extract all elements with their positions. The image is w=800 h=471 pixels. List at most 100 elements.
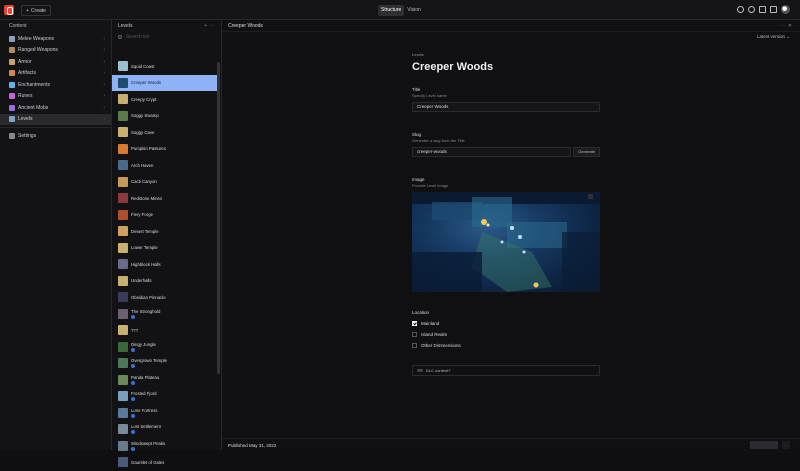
sidebar-item-ancient-mobs[interactable]: Ancient Mobs › <box>0 102 111 114</box>
sidebar-item-runes[interactable]: Runes › <box>0 91 111 103</box>
enchantment-icon <box>9 81 15 88</box>
level-thumbnail <box>118 308 128 319</box>
dlc-toggle[interactable] <box>417 369 423 372</box>
tab-vision[interactable]: Vision <box>404 5 424 16</box>
list-item[interactable]: Redstone Mines <box>112 190 220 207</box>
sidebar-item-settings[interactable]: Settings <box>0 130 111 142</box>
studio-logo-icon[interactable] <box>4 5 14 15</box>
list-item[interactable]: ??? <box>112 322 220 339</box>
level-thumbnail <box>118 209 128 220</box>
sidebar-item-armor[interactable]: Armor › <box>0 56 111 68</box>
dlc-toggle-row[interactable]: DLC content? <box>412 365 600 376</box>
slug-input[interactable]: creeper-woods <box>412 147 572 157</box>
publish-button[interactable] <box>750 441 778 449</box>
list-item[interactable]: The Stronghold <box>112 306 220 323</box>
sidebar-item-ranged-weapons[interactable]: Ranged Weapons › <box>0 45 111 57</box>
list-item-label: Creeper Woods <box>131 80 162 86</box>
close-icon[interactable]: ✕ <box>788 23 792 29</box>
list-item[interactable]: Soggy Swamp <box>112 108 220 125</box>
location-option[interactable]: Island Realm <box>412 329 600 340</box>
list-item[interactable]: Fiery Forge <box>112 207 220 224</box>
list-item-label: Squid Coast <box>131 63 155 69</box>
level-thumbnail <box>118 94 128 105</box>
search-icon[interactable] <box>737 6 744 13</box>
list-item[interactable]: Desert Temple <box>112 223 220 240</box>
list-item[interactable]: Cacti Canyon <box>112 174 220 191</box>
sidebar-item-melee-weapons[interactable]: Melee Weapons › <box>0 33 111 45</box>
dlc-badge-icon <box>131 380 135 385</box>
title-input[interactable]: Creeper Woods <box>412 102 600 112</box>
dlc-badge-icon <box>131 314 135 319</box>
level-thumbnail <box>118 424 128 435</box>
list-item-label: Frosted Fjord <box>131 391 157 397</box>
sidebar-item-artifacts[interactable]: Artifacts › <box>0 68 111 80</box>
list-item[interactable]: Highblock Halls <box>112 256 220 273</box>
chevron-right-icon: › <box>103 93 105 100</box>
image-label: Image <box>412 177 425 182</box>
document-header: Creeper Woods ⋯ ✕ <box>222 20 800 32</box>
list-item-label: Cacti Canyon <box>131 179 157 185</box>
levels-scrollbar[interactable] <box>217 62 220 374</box>
list-item[interactable]: Dingy Jungle <box>112 339 220 356</box>
list-item-label: Underhalls <box>131 278 152 284</box>
list-item[interactable]: Squid Coast <box>112 58 220 75</box>
level-thumbnail <box>118 292 128 303</box>
tab-structure[interactable]: Structure <box>378 5 405 16</box>
list-item[interactable]: Lone Fortress <box>112 405 220 422</box>
list-item[interactable]: Pumpkin Pastures <box>112 141 220 158</box>
level-thumbnail <box>118 358 128 369</box>
level-thumbnail <box>118 110 128 121</box>
more-icon[interactable]: ⋯ <box>210 23 215 29</box>
sword-icon <box>9 35 15 42</box>
plus-icon: + <box>26 8 29 14</box>
checkbox[interactable] <box>412 321 417 326</box>
dlc-badge-icon <box>131 347 135 352</box>
list-item[interactable]: Obsidian Pinnacle <box>112 289 220 306</box>
checkbox[interactable] <box>412 332 417 337</box>
settings-icon[interactable] <box>770 6 777 13</box>
list-item[interactable]: Overgrown Temple <box>112 355 220 372</box>
add-document-icon[interactable]: + <box>204 23 207 29</box>
sidebar-item-levels[interactable]: Levels › <box>0 113 111 125</box>
list-item-label: Dingy Jungle <box>131 341 156 347</box>
list-item-label: Gauntlet of Gales <box>131 459 165 465</box>
level-thumbnail <box>118 193 128 204</box>
page-title: Creeper Woods <box>412 61 494 73</box>
list-item[interactable]: Arch Haven <box>112 157 220 174</box>
bow-icon <box>9 47 15 54</box>
list-item[interactable]: Lower Temple <box>112 240 220 257</box>
list-item[interactable]: Soggy Cave <box>112 124 220 141</box>
level-image[interactable] <box>412 192 600 292</box>
sidebar-item-label: Artifacts <box>18 70 37 77</box>
list-item[interactable]: Lost Settlement <box>112 421 220 438</box>
published-status: Published May 31, 2022 <box>228 443 277 448</box>
more-icon[interactable]: ⋯ <box>780 23 785 29</box>
list-item[interactable]: Creepy Crypt <box>112 91 220 108</box>
location-option-label: Mainland <box>421 321 440 326</box>
sidebar-item-enchantments[interactable]: Enchantments › <box>0 79 111 91</box>
notifications-icon[interactable] <box>759 6 766 13</box>
document-actions-menu-button[interactable] <box>782 441 790 449</box>
location-option[interactable]: Mainland <box>412 318 600 329</box>
slug-description: Generate a slug from the Title <box>412 138 465 143</box>
list-item[interactable]: Panda Plateau <box>112 372 220 389</box>
create-button[interactable]: + Create <box>21 5 51 16</box>
version-select[interactable]: Latest version ⌄ <box>757 34 790 40</box>
list-item[interactable]: Underhalls <box>112 273 220 290</box>
list-item[interactable]: Creeper Woods <box>112 74 220 91</box>
checkbox[interactable] <box>412 343 417 348</box>
generate-button[interactable]: Generate <box>573 147 600 157</box>
artifact-icon <box>9 70 15 77</box>
search-input[interactable]: Search list <box>118 34 215 44</box>
list-item[interactable]: Gauntlet of Gales <box>112 454 220 471</box>
sidebar-item-label: Ranged Weapons <box>18 47 58 54</box>
level-thumbnail <box>118 143 128 154</box>
title-description: Specify Level name <box>412 93 447 98</box>
help-icon[interactable] <box>748 6 755 13</box>
list-item[interactable]: Frosted Fjord <box>112 388 220 405</box>
sidebar-item-label: Ancient Mobs <box>18 104 49 111</box>
slug-field: Slug Generate a slug from the Title cree… <box>412 132 600 157</box>
location-option[interactable]: Other Dimmensions <box>412 340 600 351</box>
avatar[interactable] <box>781 5 790 14</box>
list-item[interactable]: Windswept Peaks <box>112 438 220 455</box>
